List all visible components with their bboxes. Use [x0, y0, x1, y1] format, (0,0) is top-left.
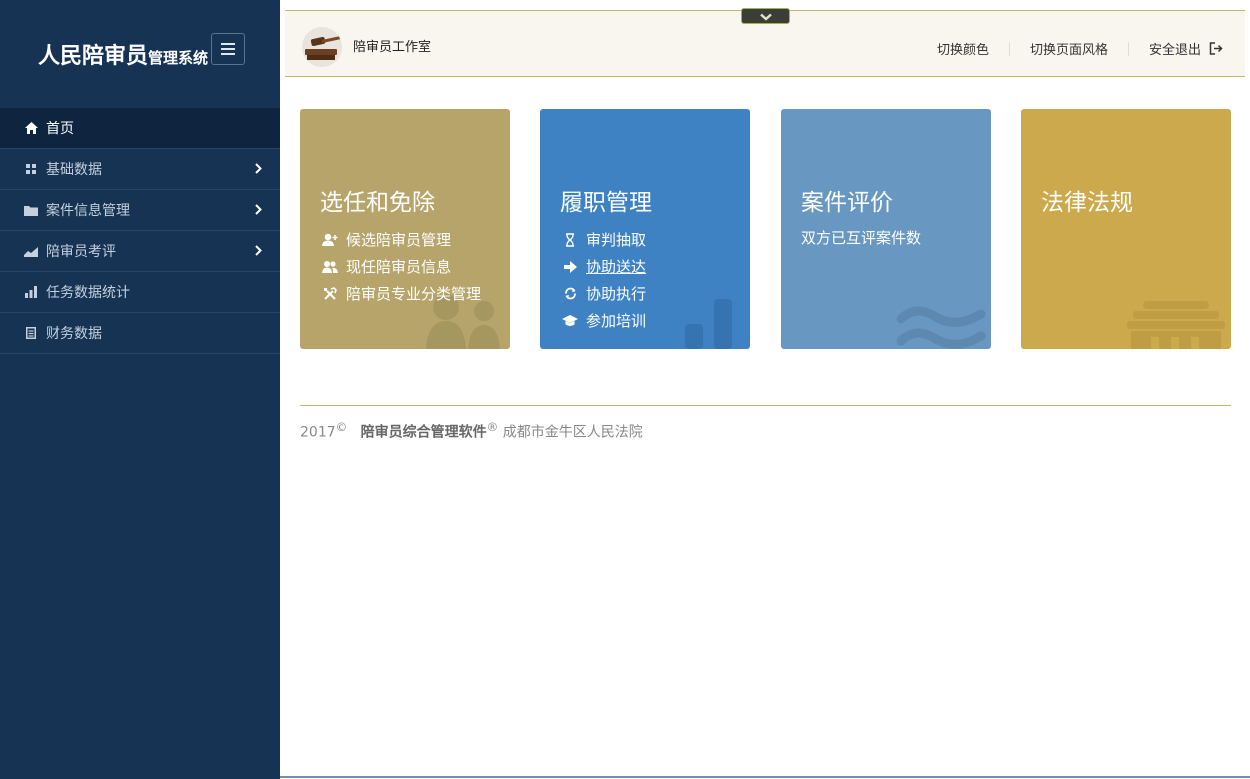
- sidebar-item-basic-data[interactable]: 基础数据: [0, 149, 280, 190]
- logout-icon: [1209, 42, 1223, 55]
- assist-delivery-link[interactable]: 协助送达: [562, 253, 646, 280]
- bottom-border: [280, 776, 1250, 778]
- sidebar-item-finance-data[interactable]: 财务数据: [0, 313, 280, 354]
- switch-color-link[interactable]: 切换颜色: [937, 39, 989, 58]
- logout-link[interactable]: 安全退出: [1149, 39, 1223, 58]
- card-title: 法律法规: [1041, 190, 1133, 216]
- logout-label: 安全退出: [1148, 43, 1201, 58]
- graduation-cap-icon: [562, 314, 578, 327]
- candidate-juror-link[interactable]: 候选陪审员管理: [322, 226, 481, 253]
- footer-product: 陪审员综合管理软件: [360, 424, 487, 441]
- card-laws-regulations[interactable]: 法律法规: [1021, 109, 1231, 349]
- divider: [1127, 41, 1129, 56]
- card-title: 案件评价: [801, 190, 893, 216]
- collapse-header-button[interactable]: [741, 8, 790, 24]
- copyright-mark: ©: [335, 420, 348, 434]
- brand-main: 人民陪审员: [38, 44, 149, 69]
- sidebar-item-home[interactable]: 首页: [0, 108, 280, 149]
- grid-icon: [24, 162, 38, 176]
- app-brand: 人民陪审员管理系统: [38, 38, 208, 70]
- chevron-right-icon: [255, 162, 262, 178]
- sidebar-item-label: 陪审员考评: [46, 244, 116, 260]
- wave-decoration-icon: [896, 306, 986, 349]
- assist-execution-link[interactable]: 协助执行: [562, 280, 646, 307]
- sidebar-item-case-info[interactable]: 案件信息管理: [0, 190, 280, 231]
- bar-chart-icon: [24, 285, 38, 299]
- sidebar-item-task-statistics[interactable]: 任务数据统计: [0, 272, 280, 313]
- studio-label: 陪审员工作室: [353, 40, 432, 55]
- brand-small: 管理系统: [148, 49, 209, 67]
- trial-draw-link[interactable]: 审判抽取: [562, 226, 646, 253]
- card-list: 审判抽取 协助送达 协助执行 参加培训: [562, 226, 646, 334]
- card-case-evaluation[interactable]: 案件评价 双方已互评案件数: [781, 109, 991, 349]
- card-duty-management[interactable]: 履职管理 审判抽取 协助送达 协助执行 参加培训: [540, 109, 750, 349]
- footer: 2017© 陪审员综合管理软件® 成都市金牛区人民法院: [300, 420, 643, 442]
- tools-icon: [322, 286, 338, 301]
- divider: [1008, 41, 1010, 56]
- sidebar-item-juror-evaluation[interactable]: 陪审员考评: [0, 231, 280, 272]
- courthouse-decoration-icon: [1127, 301, 1225, 349]
- sidebar-item-label: 基础数据: [46, 162, 102, 178]
- card-list: 候选陪审员管理 现任陪审员信息 陪审员专业分类管理: [322, 226, 481, 307]
- top-links: 切换颜色 切换页面风格 安全退出: [937, 39, 1223, 58]
- chevron-right-icon: [255, 244, 262, 260]
- chevron-right-icon: [255, 203, 262, 219]
- user-add-icon: [322, 233, 338, 246]
- sidebar-item-label: 案件信息管理: [46, 203, 130, 219]
- area-chart-icon: [24, 244, 38, 258]
- sidebar-item-label: 首页: [46, 121, 74, 137]
- sidebar-nav: 首页 基础数据 案件信息管理 陪审员考评 任务数据统计 财务数据: [0, 108, 280, 354]
- hourglass-icon: [562, 232, 578, 247]
- attend-training-link[interactable]: 参加培训: [562, 307, 646, 334]
- card-selection-removal[interactable]: 选任和免除 候选陪审员管理 现任陪审员信息 陪审员专业分类管理: [300, 109, 510, 349]
- current-juror-link[interactable]: 现任陪审员信息: [322, 253, 481, 280]
- folder-icon: [24, 203, 38, 217]
- sidebar-item-label: 任务数据统计: [46, 285, 130, 301]
- card-subtitle: 双方已互评案件数: [801, 229, 922, 247]
- refresh-icon: [562, 287, 578, 300]
- users-icon: [322, 260, 338, 273]
- gavel-avatar: [302, 27, 342, 67]
- document-icon: [24, 326, 38, 340]
- card-title: 履职管理: [560, 190, 652, 216]
- home-icon: [24, 121, 38, 135]
- footer-divider: [300, 405, 1231, 406]
- menu-toggle-button[interactable]: [211, 33, 245, 65]
- sidebar: 人民陪审员管理系统 首页 基础数据 案件信息管理 陪审员考评 任务数据统计 财务…: [0, 0, 280, 779]
- footer-year: 2017: [300, 424, 336, 441]
- juror-category-link[interactable]: 陪审员专业分类管理: [322, 280, 481, 307]
- chevron-down-icon: [759, 7, 773, 26]
- sidebar-item-label: 财务数据: [46, 326, 102, 342]
- bar-chart-decoration-icon: [685, 299, 732, 349]
- hamburger-icon: [221, 43, 235, 45]
- registered-mark: ®: [486, 420, 499, 434]
- footer-org: 成都市金牛区人民法院: [502, 424, 643, 441]
- switch-style-link[interactable]: 切换页面风格: [1030, 39, 1108, 58]
- arrow-right-icon: [562, 260, 578, 273]
- card-title: 选任和免除: [320, 190, 435, 216]
